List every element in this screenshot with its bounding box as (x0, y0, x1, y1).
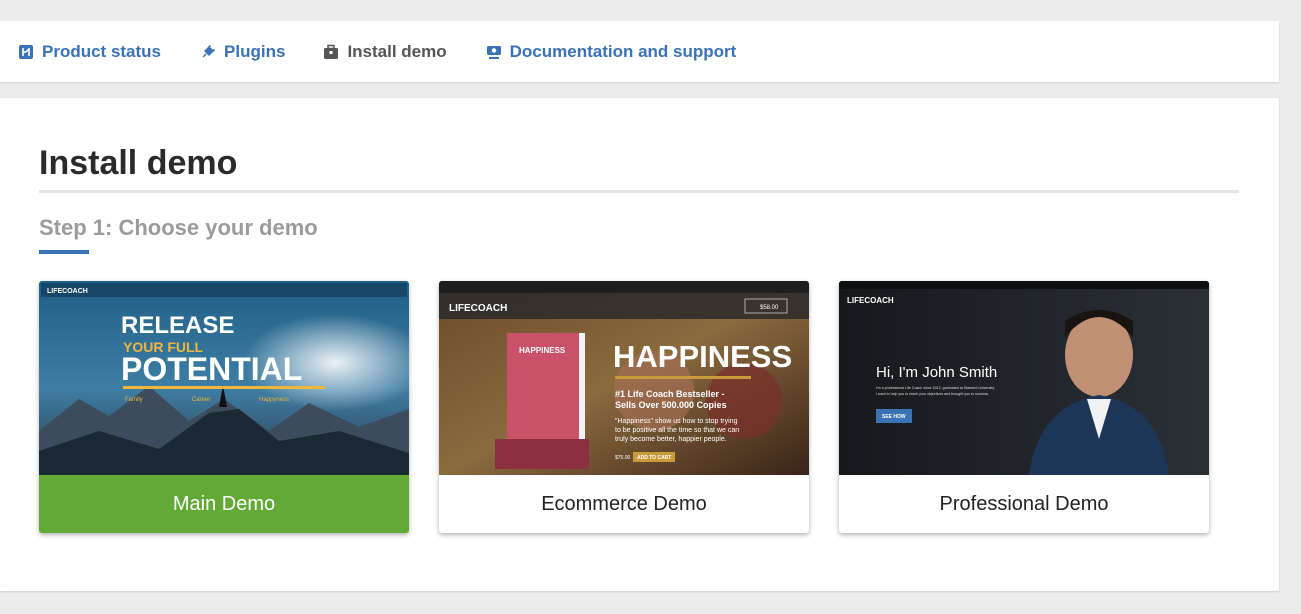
preview-button: SEE HOW (882, 414, 906, 420)
preview-body-1: I'm a professional Life Coach since 2012… (876, 386, 995, 390)
title-divider (39, 190, 1239, 193)
preview-headline: Hi, I'm John Smith (876, 364, 997, 381)
preview-price: $75.00 (615, 455, 631, 461)
demo-card-label: Main Demo (39, 475, 409, 533)
preview-col-1: Family (125, 397, 143, 403)
preview-headline-3: POTENTIAL (121, 351, 302, 387)
demo-card-label: Professional Demo (939, 492, 1109, 515)
preview-subline-1: #1 Life Coach Bestseller - (615, 389, 725, 399)
preview-cart-total: $58.00 (760, 305, 779, 311)
page-title: Install demo (39, 144, 238, 182)
tab-label: Documentation and support (509, 41, 737, 61)
tab-plugins[interactable]: Plugins (200, 42, 285, 62)
tab-label: Product status (42, 41, 162, 61)
demo-card-main[interactable]: LIFECOACH RELEASE YOUR FULL POTENTIAL Fa… (39, 281, 409, 533)
demo-card-label: Ecommerce Demo (541, 492, 707, 515)
product-status-icon (18, 44, 34, 60)
preview-logo: LIFECOACH (449, 303, 507, 314)
demo-card-professional[interactable]: LIFECOACH Hi, I'm John Smith I'm a profe… (839, 281, 1209, 533)
tab-product-status[interactable]: Product status (18, 42, 161, 62)
ecommerce-demo-preview: LIFECOACH $58.00 HAPPINESS HAPPINESS #1 … (439, 281, 809, 475)
preview-body-3: truly become better, happier people. (615, 436, 727, 443)
tab-label: Install demo (347, 41, 447, 61)
install-demo-panel: Install demo Step 1: Choose your demo LI… (0, 98, 1279, 591)
tab-documentation-support[interactable]: Documentation and support (486, 41, 737, 62)
preview-body-2: I want to help you to reach your objecti… (876, 392, 989, 396)
step-underline (39, 250, 89, 254)
preview-subline-2: Sells Over 500.000 Copies (615, 400, 727, 410)
preview-book-title: HAPPINESS (519, 346, 566, 355)
preview-body-2: to be positive all the time so that we c… (615, 427, 739, 434)
preview-headline: HAPPINESS (613, 339, 792, 374)
admin-tabs-bar: Product status Plugins Install demo Docu… (0, 21, 1279, 82)
preview-body-1: "Happiness" show us how to stop trying (615, 418, 738, 425)
preview-col-3: Happyness (259, 397, 289, 403)
step-heading: Step 1: Choose your demo (39, 215, 318, 240)
briefcase-icon (323, 44, 339, 60)
plugin-icon (200, 44, 216, 60)
professional-demo-preview: LIFECOACH Hi, I'm John Smith I'm a profe… (839, 281, 1209, 475)
preview-headline-1: RELEASE (121, 312, 234, 339)
demo-card-ecommerce[interactable]: LIFECOACH $58.00 HAPPINESS HAPPINESS #1 … (439, 281, 809, 533)
monitor-icon (486, 44, 502, 60)
tab-label: Plugins (224, 41, 286, 61)
preview-logo: LIFECOACH (47, 288, 88, 295)
preview-logo: LIFECOACH (847, 296, 894, 305)
tab-install-demo[interactable]: Install demo (323, 41, 447, 62)
main-demo-preview: LIFECOACH RELEASE YOUR FULL POTENTIAL Fa… (39, 281, 409, 475)
preview-cart-button: ADD TO CART (637, 455, 671, 461)
preview-col-2: Career (192, 397, 210, 403)
